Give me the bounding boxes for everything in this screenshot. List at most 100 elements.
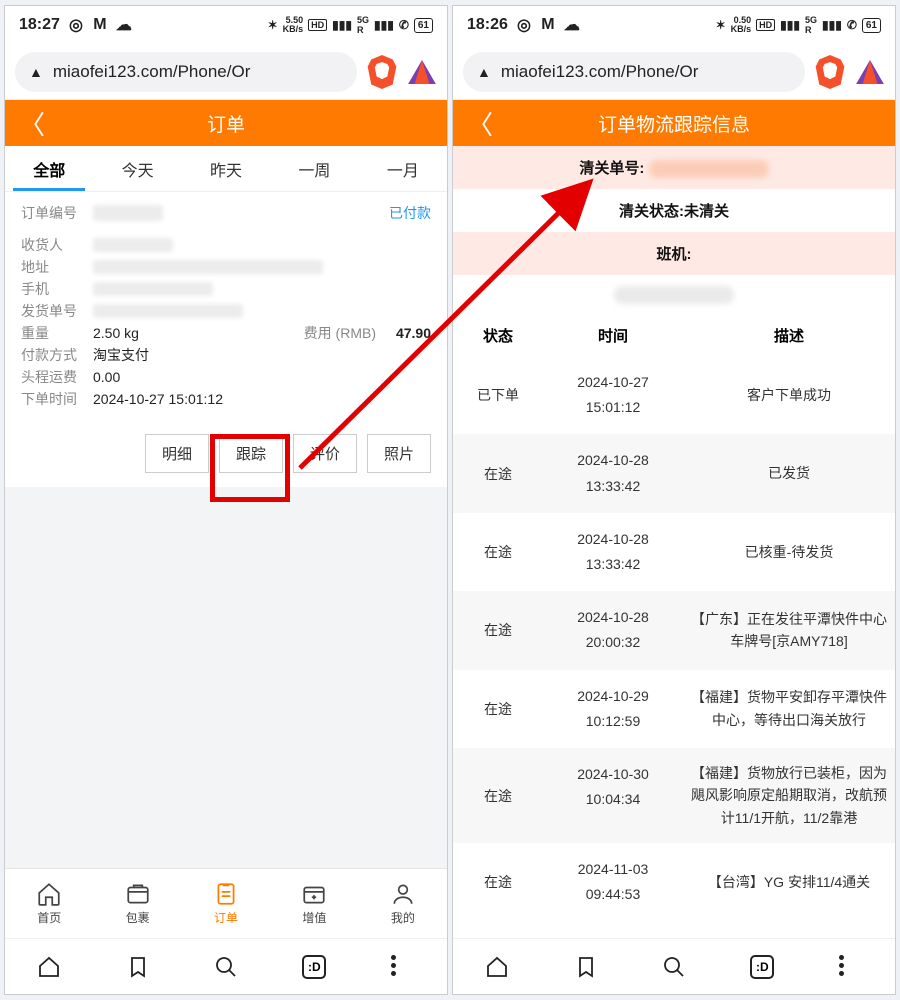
tracking-header: 状态 时间 描述 xyxy=(453,315,895,356)
back-button[interactable]: 〈 xyxy=(467,100,493,146)
nav-vas[interactable]: 增值 xyxy=(270,869,358,938)
bluetooth-icon: ✶ xyxy=(268,18,278,32)
url-box[interactable]: ▲ miaofei123.com/Phone/Or xyxy=(15,52,357,92)
screenshot-right: 18:26 ◎ M ☁ ✶ 0.50KB/s HD ▮▮▮ 5GR ▮▮▮ ✆ … xyxy=(452,5,896,995)
row-status: 在途 xyxy=(453,448,543,498)
nav-home[interactable]: 首页 xyxy=(5,869,93,938)
clock: 18:27 xyxy=(19,16,60,34)
clearno-redacted xyxy=(649,160,769,178)
5g-icon: 5GR xyxy=(357,15,369,35)
url-text: miaofei123.com/Phone/Or xyxy=(53,62,251,82)
tab-today[interactable]: 今天 xyxy=(93,146,181,191)
search-icon[interactable] xyxy=(214,955,238,979)
shipno-redacted: - xyxy=(93,304,243,318)
page-title: 订单 xyxy=(207,110,245,137)
detail-button[interactable]: 明细 xyxy=(145,434,209,473)
nav-me[interactable]: 我的 xyxy=(359,869,447,938)
row-desc: 【福建】货物平安卸存平潭快件中心，等待出口海关放行 xyxy=(683,684,895,734)
net-rate: 0.50KB/s xyxy=(731,16,752,34)
clock: 18:26 xyxy=(467,16,508,34)
clearstatus-label: 清关状态: xyxy=(619,203,684,220)
row-time: 2024-10-2715:01:12 xyxy=(543,370,683,420)
row-desc: 客户下单成功 xyxy=(683,370,895,420)
row-time: 2024-10-2820:00:32 xyxy=(543,605,683,655)
paid-status: 已付款 xyxy=(389,203,431,223)
insecure-icon: ▲ xyxy=(477,64,491,80)
mail-icon: M xyxy=(92,17,108,33)
volte-icon: ✆ xyxy=(847,18,857,32)
col-desc: 描述 xyxy=(683,325,895,346)
chat-icon: ☁ xyxy=(564,17,580,33)
phone-label: 手机 xyxy=(21,279,93,299)
status-bar: 18:26 ◎ M ☁ ✶ 0.50KB/s HD ▮▮▮ 5GR ▮▮▮ ✆ … xyxy=(453,6,895,44)
col-time: 时间 xyxy=(543,325,683,346)
chat-icon: ☁ xyxy=(116,17,132,33)
photo-button[interactable]: 照片 xyxy=(367,434,431,473)
url-box[interactable]: ▲ miaofei123.com/Phone/Or xyxy=(463,52,805,92)
signal-icon: ▮▮▮ xyxy=(332,18,352,32)
addr-label: 地址 xyxy=(21,257,93,277)
app-icon: ◎ xyxy=(68,17,84,33)
clearance-no-row: 清关单号: xyxy=(453,146,895,189)
row-status: 已下单 xyxy=(453,370,543,420)
page-header: 〈 订单 xyxy=(5,100,447,146)
ship-label: 头程运费 xyxy=(21,367,93,387)
pay-label: 付款方式 xyxy=(21,345,93,365)
tabs-icon[interactable]: :D xyxy=(750,955,774,979)
url-text: miaofei123.com/Phone/Or xyxy=(501,62,699,82)
flight-row: 班机: xyxy=(453,232,895,275)
brave-icon[interactable] xyxy=(815,55,845,89)
row-status: 在途 xyxy=(453,857,543,907)
browser-address-bar: ▲ miaofei123.com/Phone/Or xyxy=(5,44,447,100)
5g-icon: 5GR xyxy=(805,15,817,35)
page-title: 订单物流跟踪信息 xyxy=(598,110,750,137)
phone-redacted: - xyxy=(93,282,213,296)
review-button[interactable]: 评价 xyxy=(293,434,357,473)
tab-week[interactable]: 一周 xyxy=(270,146,358,191)
menu-icon[interactable] xyxy=(391,955,415,979)
insecure-icon: ▲ xyxy=(29,64,43,80)
browser-toolbar: :D xyxy=(5,938,447,994)
row-status: 在途 xyxy=(453,684,543,734)
row-time: 2024-10-3010:04:34 xyxy=(543,762,683,829)
bookmark-icon[interactable] xyxy=(126,955,150,979)
row-desc: 【台湾】YG 安排11/4通关 xyxy=(683,857,895,907)
tab-all[interactable]: 全部 xyxy=(5,146,93,191)
signal2-icon: ▮▮▮ xyxy=(822,18,842,32)
nav-home-icon[interactable] xyxy=(485,955,509,979)
tracking-row: 在途2024-10-2813:33:42已核重-待发货 xyxy=(453,513,895,591)
bookmark-icon[interactable] xyxy=(574,955,598,979)
menu-icon[interactable] xyxy=(839,955,863,979)
tab-month[interactable]: 一月 xyxy=(359,146,447,191)
extra-redacted xyxy=(614,286,734,304)
bat-icon[interactable] xyxy=(855,57,885,87)
time-value: 2024-10-27 15:01:12 xyxy=(93,391,223,407)
search-icon[interactable] xyxy=(662,955,686,979)
nav-package[interactable]: 包裹 xyxy=(93,869,181,938)
row-desc: 【广东】正在发往平潭快件中心 车牌号[京AMY718] xyxy=(683,605,895,655)
brave-icon[interactable] xyxy=(367,55,397,89)
signal-icon: ▮▮▮ xyxy=(780,18,800,32)
tracking-body: 已下单2024-10-2715:01:12客户下单成功在途2024-10-281… xyxy=(453,356,895,938)
nav-home-icon[interactable] xyxy=(37,955,61,979)
row-time: 2024-10-2813:33:42 xyxy=(543,527,683,577)
row-time: 2024-10-2910:12:59 xyxy=(543,684,683,734)
addr-redacted: - xyxy=(93,260,323,274)
filter-tabs: 全部 今天 昨天 一周 一月 xyxy=(5,146,447,192)
hd-icon: HD xyxy=(756,19,775,31)
back-button[interactable]: 〈 xyxy=(19,100,45,146)
app-icon: ◎ xyxy=(516,17,532,33)
mail-icon: M xyxy=(540,17,556,33)
orderno-label: 订单编号 xyxy=(21,203,93,223)
tracking-row: 在途2024-10-3010:04:34【福建】货物放行已装柜，因为飓风影响原定… xyxy=(453,748,895,843)
tabs-icon[interactable]: :D xyxy=(302,955,326,979)
bat-icon[interactable] xyxy=(407,57,437,87)
tracking-row: 在途2024-10-2813:33:42已发货 xyxy=(453,434,895,512)
tab-yesterday[interactable]: 昨天 xyxy=(182,146,270,191)
row-status: 在途 xyxy=(453,527,543,577)
tracking-row: 在途2024-11-0309:44:53【台湾】YG 安排11/4通关 xyxy=(453,843,895,921)
battery-icon: 61 xyxy=(414,18,433,33)
nav-orders[interactable]: 订单 xyxy=(182,869,270,938)
row-status: 在途 xyxy=(453,762,543,829)
volte-icon: ✆ xyxy=(399,18,409,32)
